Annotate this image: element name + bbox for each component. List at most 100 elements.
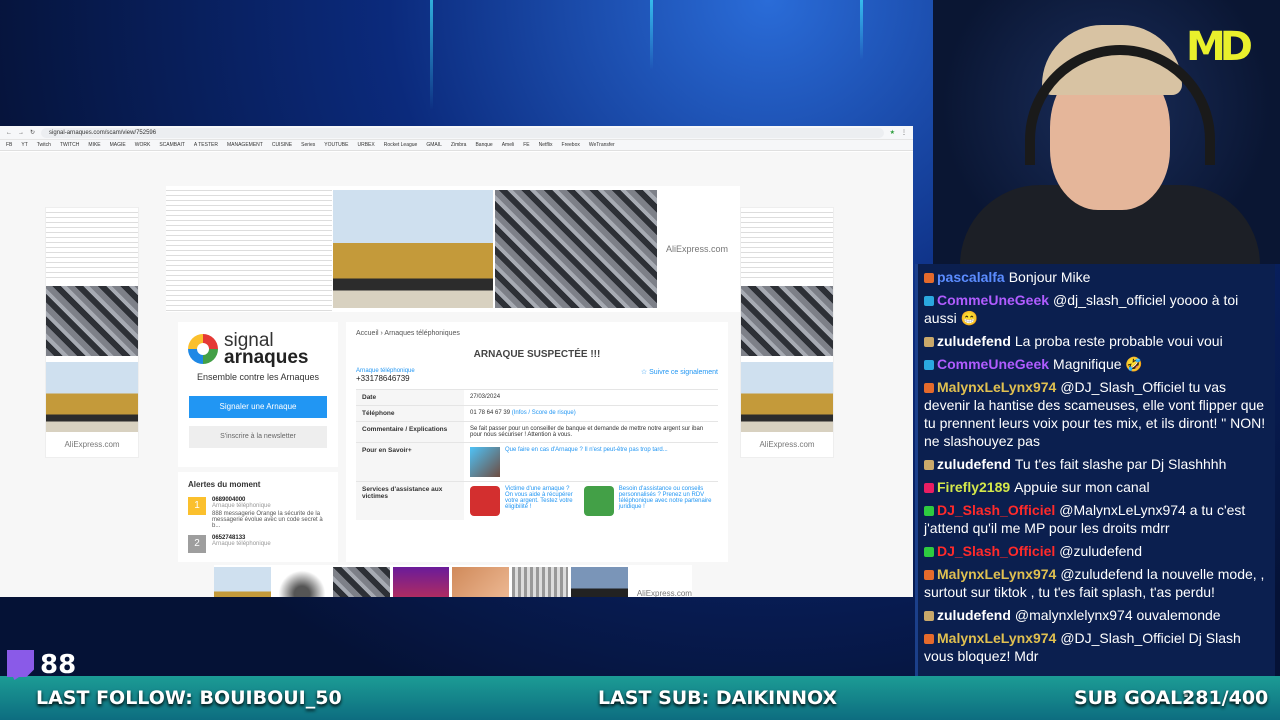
url-field[interactable]: signal-arnaques.com/scam/view/752596 xyxy=(41,127,884,138)
bookmark[interactable]: Rocket League xyxy=(384,142,418,148)
chat-username[interactable]: DJ_Slash_Officiel xyxy=(937,502,1055,518)
bookmark[interactable]: Banque xyxy=(475,142,492,148)
row-value: Que faire en cas d'Arnaque ? Il n'est pe… xyxy=(464,442,718,482)
background-streak xyxy=(430,0,433,110)
assistance-link[interactable]: Victime d'une arnaque ? On vous aide à r… xyxy=(505,486,574,510)
bookmark[interactable]: Netflix xyxy=(539,142,553,148)
ad-label[interactable]: AliExpress.com xyxy=(666,244,728,254)
report-scam-button[interactable]: Signaler une Arnaque xyxy=(189,396,327,418)
legal-link[interactable]: Besoin d'assistance ou conseils personna… xyxy=(619,486,712,510)
chat-message: MalynxLeLynx974 @DJ_Slash_Officiel tu vas… xyxy=(924,378,1267,450)
bookmark[interactable]: WORK xyxy=(135,142,151,148)
menu-icon[interactable]: ⋮ xyxy=(901,129,907,136)
bookmark[interactable]: Freebox xyxy=(562,142,580,148)
badge-icon xyxy=(924,383,934,394)
page-title: ARNAQUE SUSPECTÉE !!! xyxy=(473,349,601,360)
phone-number: +33178646739 xyxy=(356,374,410,383)
bookmark[interactable]: FE xyxy=(523,142,529,148)
alert-description: 888 messagerie Orange la sécurite de la … xyxy=(212,511,323,529)
bookmark-star-icon[interactable]: ★ xyxy=(890,129,895,136)
badge-icon xyxy=(924,483,934,494)
alert-rank: 1 xyxy=(188,497,206,515)
chat-username[interactable]: CommeUneGeek xyxy=(937,292,1049,308)
right-ad[interactable]: AliExpress.com xyxy=(740,207,834,458)
row-value: 27/03/2024 xyxy=(464,389,718,406)
viewer-number: 88 xyxy=(40,650,77,680)
logo-text: arnaques xyxy=(224,347,309,368)
chat-username[interactable]: MalynxLeLynx974 xyxy=(937,630,1056,646)
badge-icon xyxy=(924,273,934,284)
chat-panel: pascalalfa Bonjour Mike CommeUneGeek @dj_s… xyxy=(915,264,1275,676)
chat-message: zuludefend La proba reste probable voui v… xyxy=(924,332,1267,350)
alert-item[interactable]: 2 0652748133 Arnaque téléphonique xyxy=(188,535,328,553)
bookmark[interactable]: A TESTER xyxy=(194,142,218,148)
row-value: 01 78 64 67 39 (Infos / Score de risque) xyxy=(464,405,718,422)
badge-icon xyxy=(924,547,934,558)
ad-label[interactable]: AliExpress.com xyxy=(741,432,833,457)
top-ad[interactable]: AliExpress.com xyxy=(166,186,740,312)
ad-label[interactable]: AliExpress.com xyxy=(631,567,692,597)
bookmark[interactable]: CUISINE xyxy=(272,142,292,148)
ad-image xyxy=(495,190,657,308)
bottom-ad[interactable]: AliExpress.com xyxy=(214,565,692,597)
bookmark[interactable]: GMAIL xyxy=(426,142,442,148)
chat-text: La proba reste probable voui voui xyxy=(1014,333,1223,349)
browser-window: ← → ↻ signal-arnaques.com/scam/view/7525… xyxy=(0,126,913,597)
alerts-panel: Alertes du moment 1 0689004000 Arnaque t… xyxy=(178,472,338,562)
row-key: Pour en Savoir+ xyxy=(356,442,464,482)
badge-icon xyxy=(924,360,934,371)
chat-message: MalynxLeLynx974 @DJ_Slash_Officiel Dj Sla… xyxy=(924,629,1267,665)
bookmark[interactable]: URBEX xyxy=(357,142,374,148)
bookmark[interactable]: Twitch xyxy=(37,142,51,148)
ad-image xyxy=(46,208,138,280)
chat-username[interactable]: CommeUneGeek xyxy=(937,356,1049,372)
forward-icon[interactable]: → xyxy=(18,130,24,136)
web-page: AliExpress.com AliExpress.com AliExpress… xyxy=(0,152,913,597)
euro-icon xyxy=(470,486,500,516)
chat-text: Tu t'es fait slashe par Dj Slashhhh xyxy=(1014,456,1227,472)
left-ad[interactable]: AliExpress.com xyxy=(45,207,139,458)
chat-username[interactable]: zuludefend xyxy=(937,607,1011,623)
learn-more-link[interactable]: Que faire en cas d'Arnaque ? Il n'est pe… xyxy=(505,447,668,453)
ad-label[interactable]: AliExpress.com xyxy=(46,432,138,457)
back-icon[interactable]: ← xyxy=(6,130,12,136)
ad-image xyxy=(741,286,833,356)
ad-image xyxy=(333,190,493,308)
bookmark[interactable]: YT xyxy=(21,142,27,148)
follow-report-button[interactable]: ☆ Suivre ce signalement xyxy=(641,368,718,376)
bookmark[interactable]: FB xyxy=(6,142,12,148)
bookmark[interactable]: MAGIE xyxy=(110,142,126,148)
bookmark[interactable]: Ameli xyxy=(502,142,515,148)
report-table: Date 27/03/2024 Téléphone 01 78 64 67 39… xyxy=(356,389,718,520)
bookmark[interactable]: YOUTUBE xyxy=(324,142,348,148)
risk-score-link[interactable]: (Infos / Score de risque) xyxy=(512,410,576,416)
chat-username[interactable]: pascalalfa xyxy=(937,269,1005,285)
table-row: Pour en Savoir+ Que faire en cas d'Arnaq… xyxy=(356,442,718,482)
bookmark[interactable]: MANAGEMENT xyxy=(227,142,263,148)
phone-value: 01 78 64 67 39 xyxy=(470,410,511,416)
ad-image xyxy=(511,567,569,597)
chat-username[interactable]: zuludefend xyxy=(937,333,1011,349)
bookmark[interactable]: SCAMBAIT xyxy=(159,142,185,148)
chat-username[interactable]: Firefly2189 xyxy=(937,479,1010,495)
chat-username[interactable]: MalynxLeLynx974 xyxy=(937,566,1056,582)
bookmark[interactable]: MIKE xyxy=(88,142,100,148)
chat-username[interactable]: DJ_Slash_Officiel xyxy=(937,543,1055,559)
newsletter-button[interactable]: S'inscrire à la newsletter xyxy=(189,426,327,448)
alert-category: Arnaque téléphonique xyxy=(212,541,271,547)
site-logo[interactable]: signal arnaques xyxy=(178,322,338,368)
ad-image xyxy=(166,186,332,312)
chat-username[interactable]: zuludefend xyxy=(937,456,1011,472)
bookmark[interactable]: WeTransfer xyxy=(589,142,615,148)
chat-username[interactable]: MalynxLeLynx974 xyxy=(937,379,1056,395)
bookmarks-bar: FB YT Twitch TWITCH MIKE MAGIE WORK SCAM… xyxy=(0,140,913,151)
reload-icon[interactable]: ↻ xyxy=(30,129,35,136)
breadcrumb[interactable]: Accueil › Arnaques téléphoniques xyxy=(356,330,718,337)
bookmark[interactable]: TWITCH xyxy=(60,142,79,148)
alert-item[interactable]: 1 0689004000 Arnaque téléphonique 888 me… xyxy=(188,497,328,529)
ad-image xyxy=(741,208,833,280)
bookmark[interactable]: Zimbra xyxy=(451,142,467,148)
ad-image xyxy=(333,567,390,597)
bookmark[interactable]: Series xyxy=(301,142,315,148)
site-tagline: Ensemble contre les Arnaques xyxy=(196,372,320,382)
